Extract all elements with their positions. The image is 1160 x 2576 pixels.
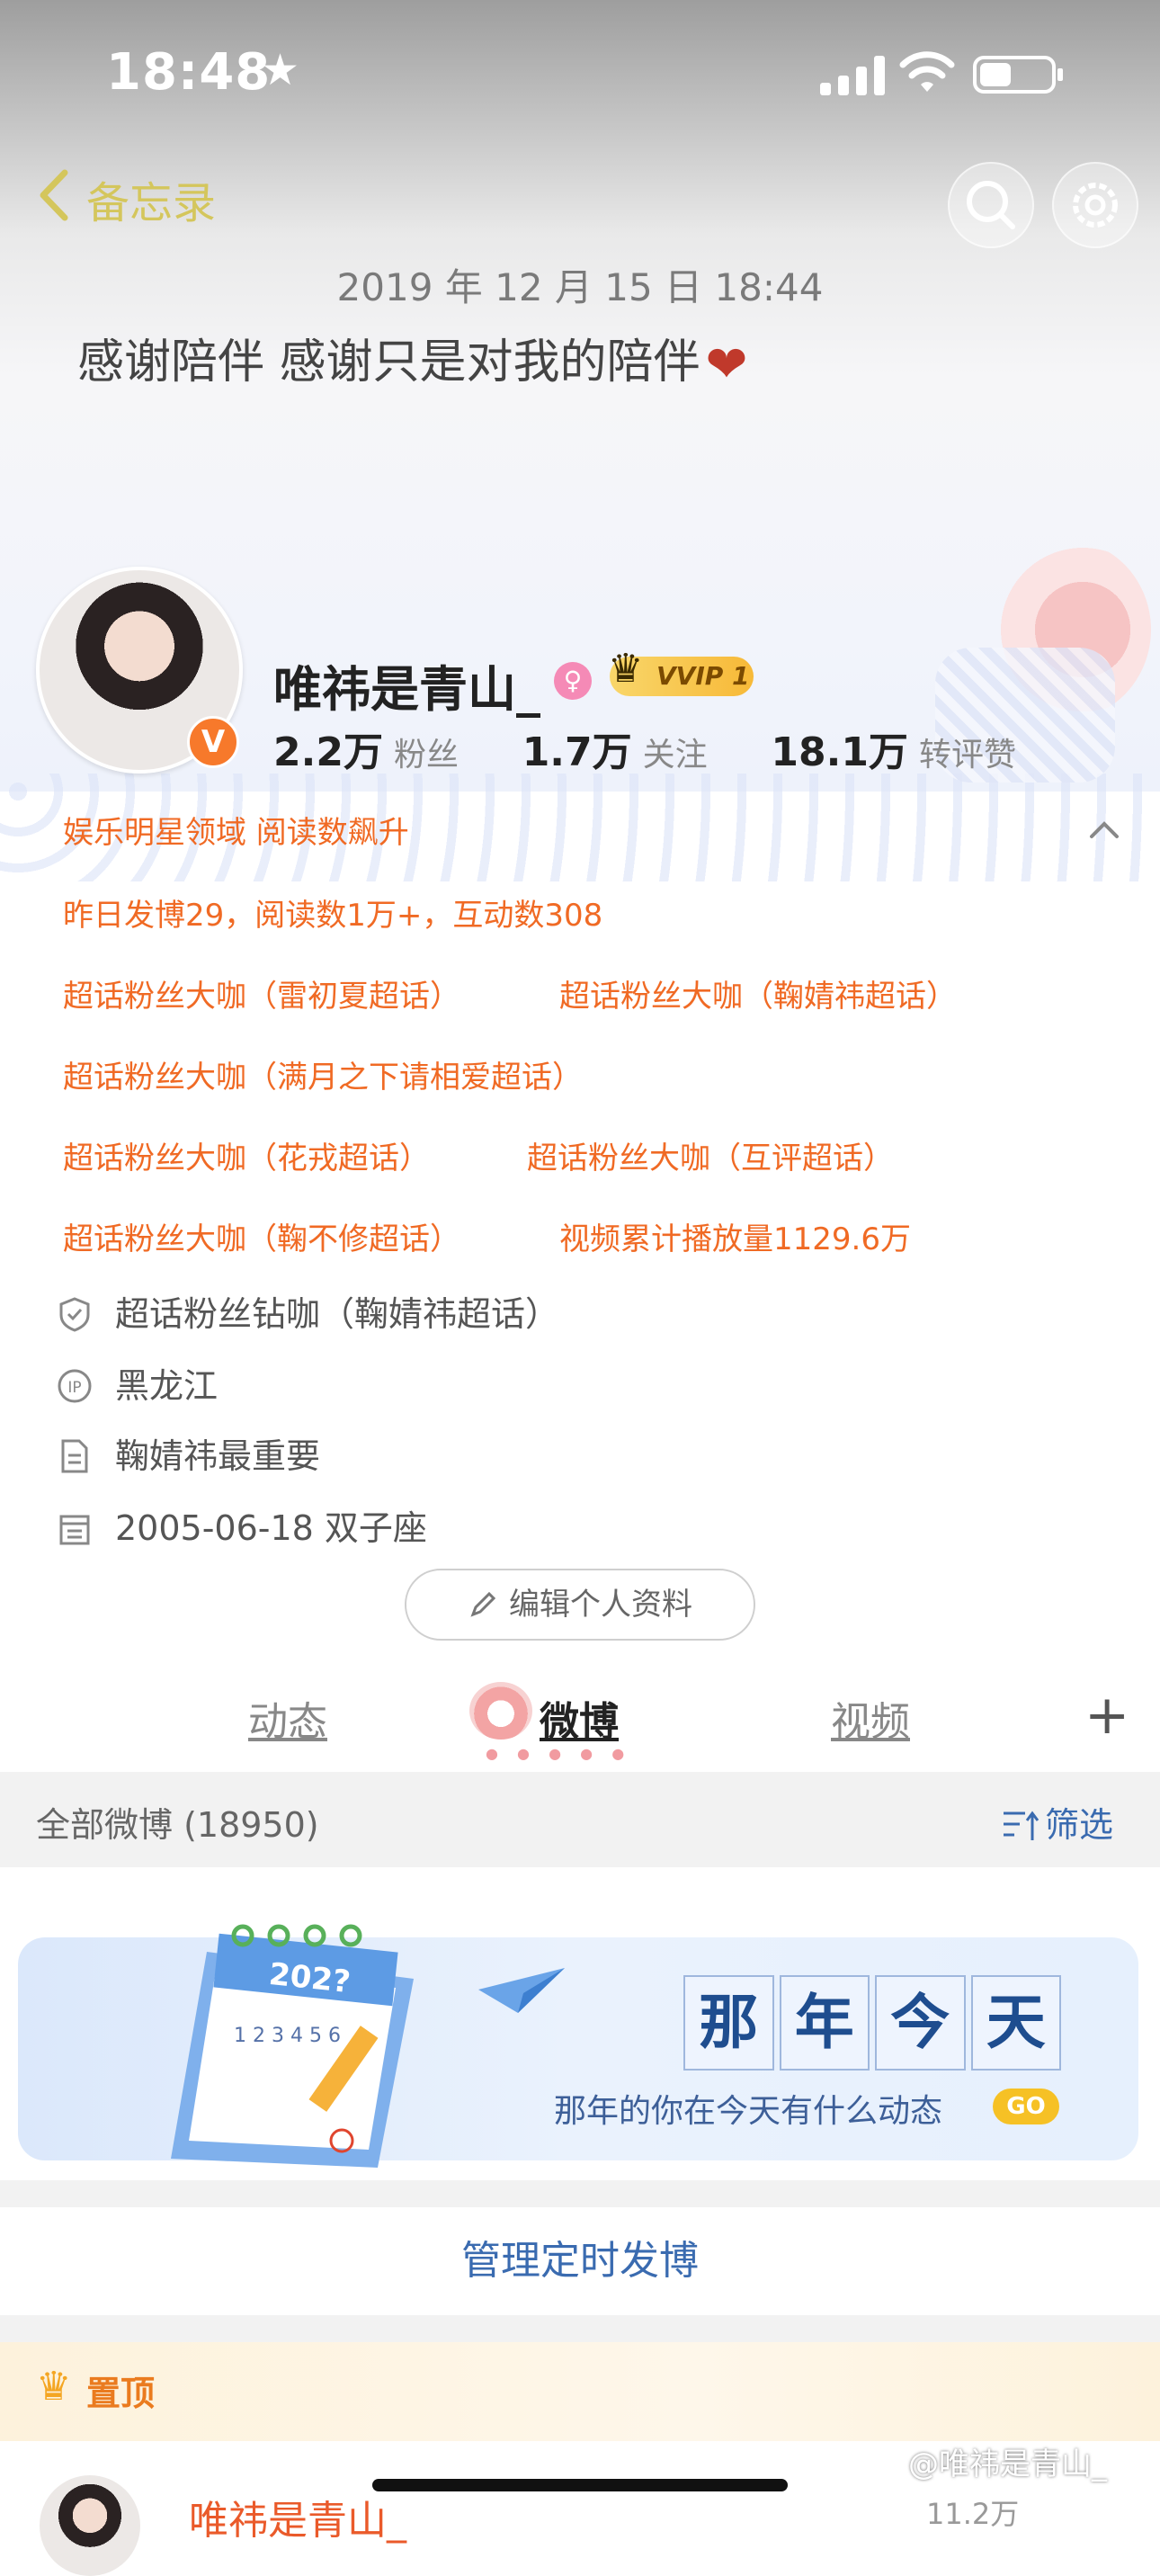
heart-emoji-icon: ❤ bbox=[705, 335, 748, 394]
profile-stats: 2.2万 粉丝 1.7万 关注 18.1万 转评赞 bbox=[273, 720, 1068, 777]
stat-following[interactable]: 1.7万 关注 bbox=[522, 720, 708, 777]
tab-video[interactable]: 视频 bbox=[831, 1689, 910, 1747]
tab-weibo[interactable]: 微博 bbox=[540, 1689, 619, 1747]
verified-badge-icon: V bbox=[187, 716, 239, 768]
manage-scheduled-posts-button[interactable]: 管理定时发博 bbox=[0, 2207, 1160, 2315]
stat-interactions[interactable]: 18.1万 转评赞 bbox=[771, 720, 1016, 777]
battery-icon bbox=[973, 56, 1063, 94]
stat-following-label: 关注 bbox=[642, 737, 708, 774]
title-char: 年 bbox=[779, 1975, 870, 2071]
paw-prints-decoration: ● ● ● ● ● bbox=[486, 1745, 632, 1762]
info-birthday: 2005-06-18 双子座 bbox=[56, 1500, 427, 1550]
video-plays-badge[interactable]: 视频累计播放量1129.6万 bbox=[559, 1214, 911, 1258]
calendar-illustration-icon: 202? 1 2 3 4 5 6 bbox=[171, 1924, 414, 2168]
pinned-bar bbox=[0, 2342, 1160, 2441]
go-button[interactable]: GO bbox=[993, 2089, 1059, 2124]
crown-icon: ♛ bbox=[608, 646, 644, 692]
fan-badge[interactable]: 超话粉丝大咖（满月之下请相爱超话） bbox=[63, 1052, 583, 1096]
info-diamond-text: 超话粉丝钻咖（鞠婧祎超话） bbox=[115, 1294, 560, 1334]
back-button-label[interactable]: 备忘录 bbox=[86, 167, 216, 230]
filter-label: 筛选 bbox=[1045, 1805, 1114, 1845]
fan-badge[interactable]: 超话粉丝大咖（雷初夏超话） bbox=[63, 971, 460, 1015]
stat-interactions-label: 转评赞 bbox=[918, 737, 1016, 774]
watermark: @唯祎是青山_ bbox=[908, 2446, 1107, 2482]
paper-plane-icon bbox=[478, 1968, 565, 2013]
status-time: 18:48 bbox=[106, 43, 272, 102]
on-this-day-subtitle: 那年的你在今天有什么动态 bbox=[554, 2093, 943, 2130]
stat-fans-value: 2.2万 bbox=[273, 729, 383, 775]
memo-text: 感谢陪伴 感谢只是对我的陪伴 ❤ bbox=[77, 324, 747, 394]
on-this-day-title: 那 年 今 天 bbox=[683, 1975, 1061, 2071]
stat-fans[interactable]: 2.2万 粉丝 bbox=[273, 720, 459, 777]
search-button[interactable] bbox=[948, 162, 1034, 248]
chevron-up-icon[interactable] bbox=[1086, 811, 1122, 847]
memo-text-content: 感谢陪伴 感谢只是对我的陪伴 bbox=[77, 335, 700, 389]
title-char: 天 bbox=[970, 1975, 1061, 2071]
calendar-numbers-text: 1 2 3 4 5 6 bbox=[234, 2025, 341, 2047]
info-diamond-fan[interactable]: 超话粉丝钻咖（鞠婧祎超话） bbox=[56, 1286, 559, 1336]
post-author-name[interactable]: 唯祎是青山_ bbox=[189, 2488, 406, 2545]
memo-date: 2019 年 12 月 15 日 18:44 bbox=[336, 265, 824, 309]
home-indicator[interactable] bbox=[372, 2479, 788, 2491]
settings-button[interactable] bbox=[1052, 162, 1138, 248]
title-char: 那 bbox=[683, 1975, 774, 2071]
section-divider bbox=[0, 2315, 1160, 2342]
pinned-label: 置顶 bbox=[86, 2374, 156, 2413]
pinned-crown-icon: ♛ bbox=[36, 2364, 72, 2410]
tab-dynamic[interactable]: 动态 bbox=[248, 1689, 327, 1747]
fan-badge[interactable]: 超话粉丝大咖（花戎超话） bbox=[63, 1133, 430, 1177]
search-icon bbox=[967, 181, 1015, 229]
apple-sticker-icon bbox=[469, 1682, 532, 1740]
post-stat: 11.2万 bbox=[926, 2497, 1020, 2531]
stat-interactions-value: 18.1万 bbox=[771, 729, 908, 775]
ip-location-icon: IP bbox=[58, 1369, 92, 1403]
fan-badge[interactable]: 超话粉丝大咖（互评超话） bbox=[527, 1133, 894, 1177]
edit-profile-button[interactable]: 编辑个人资料 bbox=[405, 1569, 755, 1641]
info-location: IP 黑龙江 bbox=[56, 1358, 218, 1408]
fan-badge[interactable]: 超话粉丝大咖（鞠婧祎超话） bbox=[559, 971, 957, 1015]
filter-button[interactable]: 筛选 bbox=[1002, 1797, 1113, 1847]
section-divider bbox=[0, 2180, 1160, 2207]
pencil-icon bbox=[470, 1591, 496, 1617]
calendar-icon bbox=[59, 1515, 90, 1545]
all-posts-count: 全部微博 (18950) bbox=[36, 1805, 319, 1845]
info-location-text: 黑龙江 bbox=[115, 1366, 219, 1406]
filter-icon bbox=[1004, 1811, 1040, 1840]
document-icon bbox=[61, 1439, 88, 1473]
gear-icon bbox=[1073, 183, 1118, 228]
shield-icon bbox=[59, 1297, 90, 1332]
title-char: 今 bbox=[875, 1975, 966, 2071]
info-birthday-text: 2005-06-18 双子座 bbox=[115, 1508, 427, 1548]
stat-following-value: 1.7万 bbox=[522, 729, 632, 775]
wifi-icon bbox=[899, 51, 955, 92]
username: 唯祎是青山_ bbox=[273, 661, 540, 718]
back-chevron-icon[interactable] bbox=[34, 167, 74, 223]
cellular-signal-icon bbox=[820, 56, 885, 95]
stat-fans-label: 粉丝 bbox=[393, 737, 459, 774]
info-bio-text: 鞠婧祎最重要 bbox=[115, 1436, 321, 1476]
field-badge[interactable]: 娱乐明星领域 阅读数飙升 bbox=[63, 808, 409, 852]
star-icon: ★ bbox=[261, 45, 300, 95]
post-author-avatar[interactable] bbox=[40, 2475, 140, 2576]
yesterday-stats-badge[interactable]: 昨日发博29，阅读数1万+，互动数308 bbox=[63, 890, 602, 935]
fan-badge[interactable]: 超话粉丝大咖（鞠不修超话） bbox=[63, 1214, 460, 1258]
svg-text:IP: IP bbox=[67, 1379, 81, 1397]
add-tab-icon[interactable]: + bbox=[1084, 1684, 1129, 1747]
female-gender-icon: ♀ bbox=[554, 662, 592, 700]
edit-profile-label: 编辑个人资料 bbox=[509, 1587, 692, 1623]
info-bio: 鞠婧祎最重要 bbox=[56, 1428, 320, 1478]
